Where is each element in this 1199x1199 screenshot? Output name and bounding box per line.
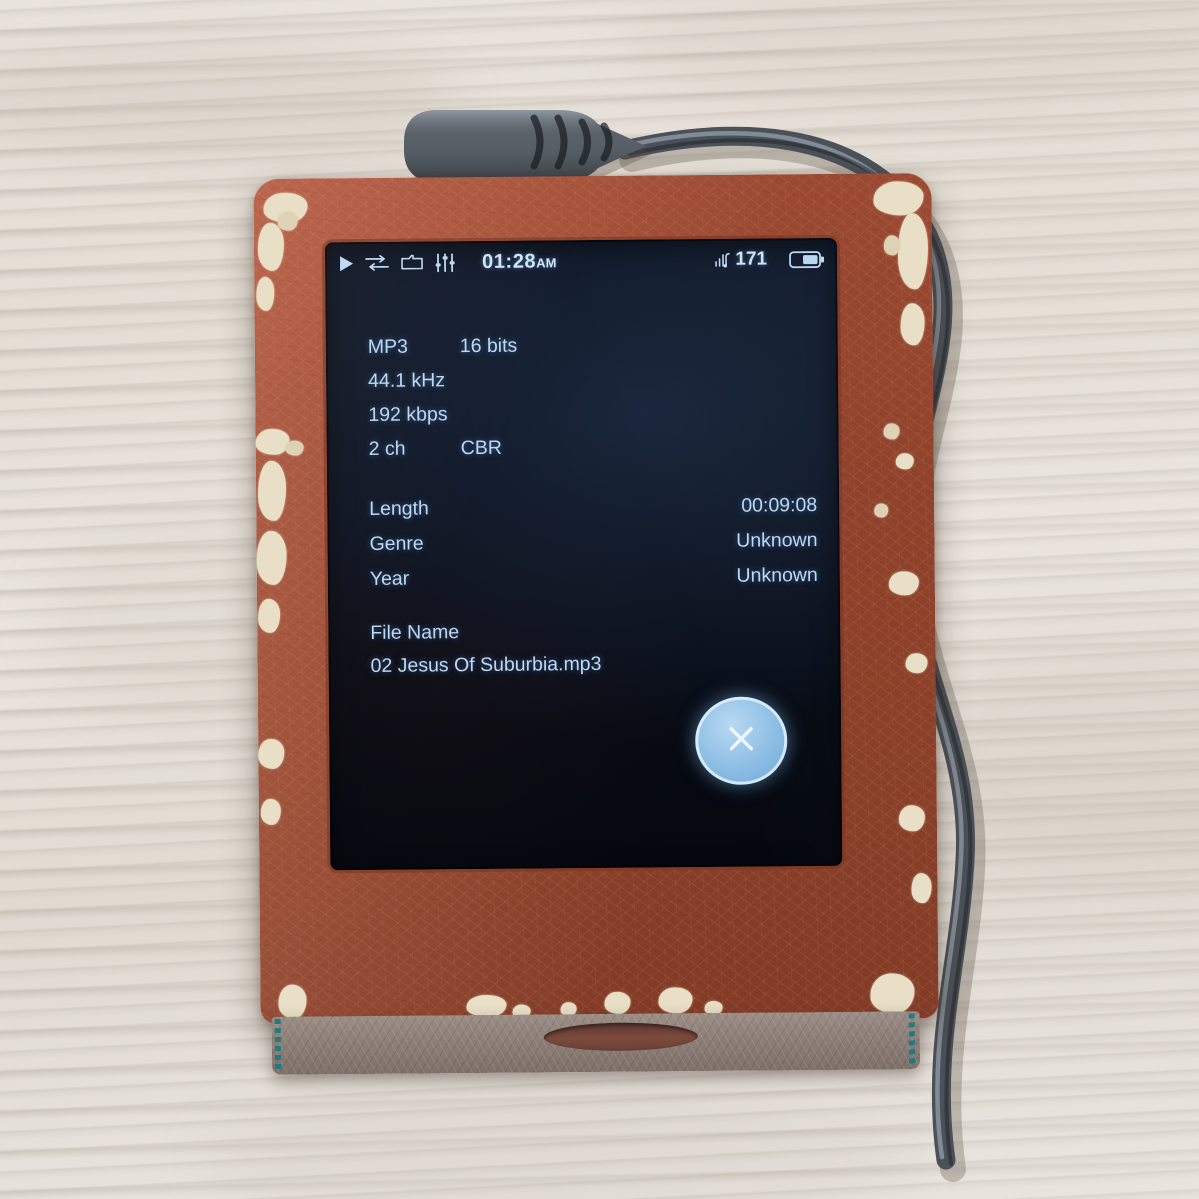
folder-icon[interactable] (400, 253, 424, 271)
wood-grain-blotch (200, 1080, 920, 1199)
status-time: 01:28AM (482, 250, 557, 274)
leather-wear-chip (257, 460, 287, 521)
metadata-block: Length 00:09:08 Genre Unknown Year Unkno… (369, 488, 818, 597)
mp3-player-device: 01:28AM 171 MP3 16 bits 44.1 kHz 192 kbp… (253, 173, 939, 1075)
leather-wear-chip (257, 222, 285, 271)
metadata-value: Unknown (736, 564, 818, 587)
case-stitch-right (908, 1013, 916, 1066)
play-icon[interactable] (339, 255, 354, 272)
metadata-row: Length 00:09:08 (369, 488, 817, 527)
leather-wear-chip (883, 423, 900, 440)
metadata-value: 00:09:08 (741, 494, 818, 517)
player-screen: 01:28AM 171 MP3 16 bits 44.1 kHz 192 kbp… (324, 237, 843, 871)
wood-grain-blotch (930, 640, 1199, 880)
leather-wear-chip (898, 805, 926, 832)
format-row-codec: MP3 16 bits (368, 326, 816, 364)
format-row-bitrate: 192 kbps (368, 394, 816, 432)
battery-icon (789, 249, 825, 268)
codec-value: MP3 (367, 335, 409, 358)
leather-wear-chip (255, 428, 290, 455)
leather-wear-chip (257, 598, 281, 633)
case-stitch-left (274, 1018, 282, 1071)
volume-value: 171 (735, 248, 768, 270)
leather-wear-chip (256, 276, 275, 311)
leather-wear-chip (277, 212, 298, 231)
leather-wear-chip (260, 798, 281, 825)
equalizer-icon[interactable] (434, 252, 456, 272)
metadata-row: Genre Unknown (369, 523, 817, 562)
leather-wear-chip (897, 213, 929, 290)
bitrate-value: 192 kbps (368, 403, 448, 426)
photo-scene: 01:28AM 171 MP3 16 bits 44.1 kHz 192 kbp… (0, 0, 1199, 1199)
metadata-label: Year (369, 567, 410, 590)
time-meridiem: AM (536, 254, 557, 271)
time-value: 01:28 (481, 250, 537, 273)
sample-rate-value: 44.1 kHz (367, 369, 446, 392)
track-info-panel: MP3 16 bits 44.1 kHz 192 kbps 2 ch CBR L… (325, 280, 842, 870)
leather-wear-chip (278, 984, 307, 1019)
case-port-cutout (543, 1022, 698, 1052)
rate-mode-value: CBR (460, 436, 502, 460)
volume-indicator: 171 (714, 248, 767, 270)
format-row-sample-rate: 44.1 kHz (368, 360, 816, 398)
leather-wear-chip (888, 571, 919, 596)
status-spacer (566, 260, 704, 261)
leather-wear-chip (870, 973, 915, 1014)
close-x-icon (720, 717, 762, 764)
case-bottom-edge (271, 1011, 921, 1075)
leather-wear-chip (895, 453, 914, 470)
leather-wear-chip (874, 503, 889, 518)
wood-grain-blotch (620, 0, 1199, 110)
metadata-row: Year Unknown (370, 558, 818, 597)
leather-wear-chip (905, 653, 928, 674)
leather-wear-chip (900, 303, 925, 346)
leather-wear-chip (258, 738, 285, 769)
file-name-label: File Name (370, 621, 460, 644)
status-bar: 01:28AM 171 (325, 238, 837, 284)
leather-wear-chip (658, 987, 693, 1014)
file-name-block: File Name 02 Jesus Of Suburbia.mp3 (370, 613, 819, 683)
channels-value: 2 ch (368, 437, 406, 460)
metadata-label: Genre (369, 532, 424, 555)
format-info-block: MP3 16 bits 44.1 kHz 192 kbps 2 ch CBR (368, 326, 817, 466)
file-name-value: 02 Jesus Of Suburbia.mp3 (370, 652, 602, 677)
leather-wear-chip (285, 440, 304, 456)
metadata-label: Length (369, 497, 429, 520)
volume-note-icon (714, 253, 733, 269)
close-button[interactable] (694, 696, 788, 786)
leather-wear-chip (256, 530, 287, 585)
format-row-channels: 2 ch CBR (369, 428, 817, 466)
metadata-value: Unknown (736, 529, 818, 552)
repeat-icon[interactable] (364, 254, 390, 271)
bit-depth-value: 16 bits (459, 334, 518, 358)
leather-wear-chip (466, 994, 507, 1018)
leather-wear-chip (873, 181, 924, 216)
headphone-plug (384, 96, 654, 190)
wood-grain-blotch (0, 40, 460, 160)
leather-wear-chip (604, 991, 631, 1014)
leather-wear-chip (883, 235, 901, 256)
leather-wear-chip (911, 873, 932, 904)
